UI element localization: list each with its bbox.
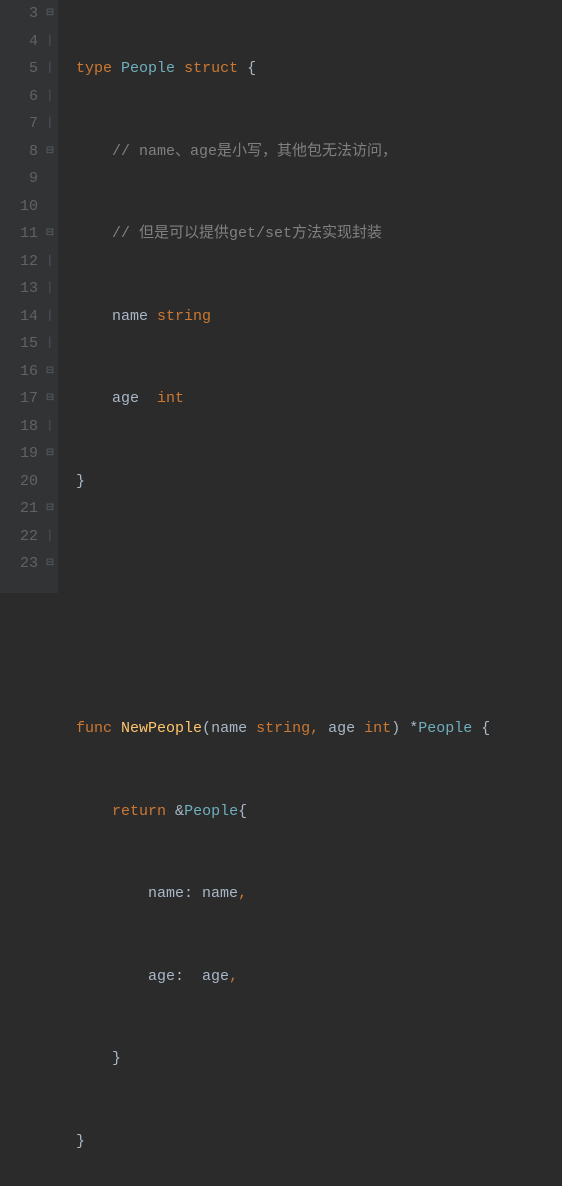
- line-number: 13: [0, 275, 38, 303]
- line-number: 18: [0, 413, 38, 441]
- fold-guide-icon: │: [44, 83, 56, 111]
- code-line: }: [76, 468, 562, 496]
- fold-open-icon[interactable]: ⊟: [44, 0, 56, 28]
- line-number: 4: [0, 28, 38, 56]
- line-number: 11: [0, 220, 38, 248]
- code-editor[interactable]: 3 4 5 6 7 8 9 10 11 12 13 14 15 16 17 18…: [0, 0, 562, 593]
- code-line: func NewPeople(name string, age int) *Pe…: [76, 715, 562, 743]
- code-line: [76, 550, 562, 578]
- code-line: name string: [76, 303, 562, 331]
- code-line: // name、age是小写，其他包无法访问，: [76, 138, 562, 166]
- fold-guide-icon: │: [44, 330, 56, 358]
- fold-guide-icon: │: [44, 55, 56, 83]
- fold-guide-icon: │: [44, 275, 56, 303]
- line-number: 23: [0, 550, 38, 578]
- line-number: 6: [0, 83, 38, 111]
- code-line: return &People{: [76, 798, 562, 826]
- fold-open-icon[interactable]: ⊟: [44, 495, 56, 523]
- fold-close-icon[interactable]: ⊟: [44, 138, 56, 166]
- fold-close-icon[interactable]: ⊟: [44, 440, 56, 468]
- line-number: 3: [0, 0, 38, 28]
- fold-close-icon[interactable]: ⊟: [44, 358, 56, 386]
- fold-close-icon[interactable]: ⊟: [44, 550, 56, 578]
- line-number: 19: [0, 440, 38, 468]
- code-line: }: [76, 1128, 562, 1156]
- line-number: 16: [0, 358, 38, 386]
- fold-open-icon[interactable]: ⊟: [44, 385, 56, 413]
- code-content[interactable]: type People struct { // name、age是小写，其他包无…: [58, 0, 562, 593]
- fold-guide-icon: │: [44, 110, 56, 138]
- fold-guide-icon: │: [44, 248, 56, 276]
- line-number: 15: [0, 330, 38, 358]
- line-number: 21: [0, 495, 38, 523]
- gutter: 3 4 5 6 7 8 9 10 11 12 13 14 15 16 17 18…: [0, 0, 58, 593]
- code-line: age: age,: [76, 963, 562, 991]
- code-line: name: name,: [76, 880, 562, 908]
- fold-guide-icon: │: [44, 303, 56, 331]
- fold-column: ⊟ │ │ │ │ ⊟ ⊟ │ │ │ │ ⊟ ⊟ │ ⊟ ⊟ │ ⊟: [44, 0, 56, 578]
- fold-guide-icon: │: [44, 28, 56, 56]
- fold-guide-icon: │: [44, 523, 56, 551]
- line-number: 17: [0, 385, 38, 413]
- line-number: 9: [0, 165, 38, 193]
- fold-open-icon[interactable]: ⊟: [44, 220, 56, 248]
- line-number: 8: [0, 138, 38, 166]
- fold-guide-icon: │: [44, 413, 56, 441]
- line-number: 5: [0, 55, 38, 83]
- line-number: 7: [0, 110, 38, 138]
- code-line: [76, 633, 562, 661]
- code-line: type People struct {: [76, 55, 562, 83]
- code-line: }: [76, 1045, 562, 1073]
- code-line: // 但是可以提供get/set方法实现封装: [76, 220, 562, 248]
- line-number: 20: [0, 468, 38, 496]
- line-number: 12: [0, 248, 38, 276]
- line-number: 22: [0, 523, 38, 551]
- line-number: 10: [0, 193, 38, 221]
- code-line: age int: [76, 385, 562, 413]
- line-number: 14: [0, 303, 38, 331]
